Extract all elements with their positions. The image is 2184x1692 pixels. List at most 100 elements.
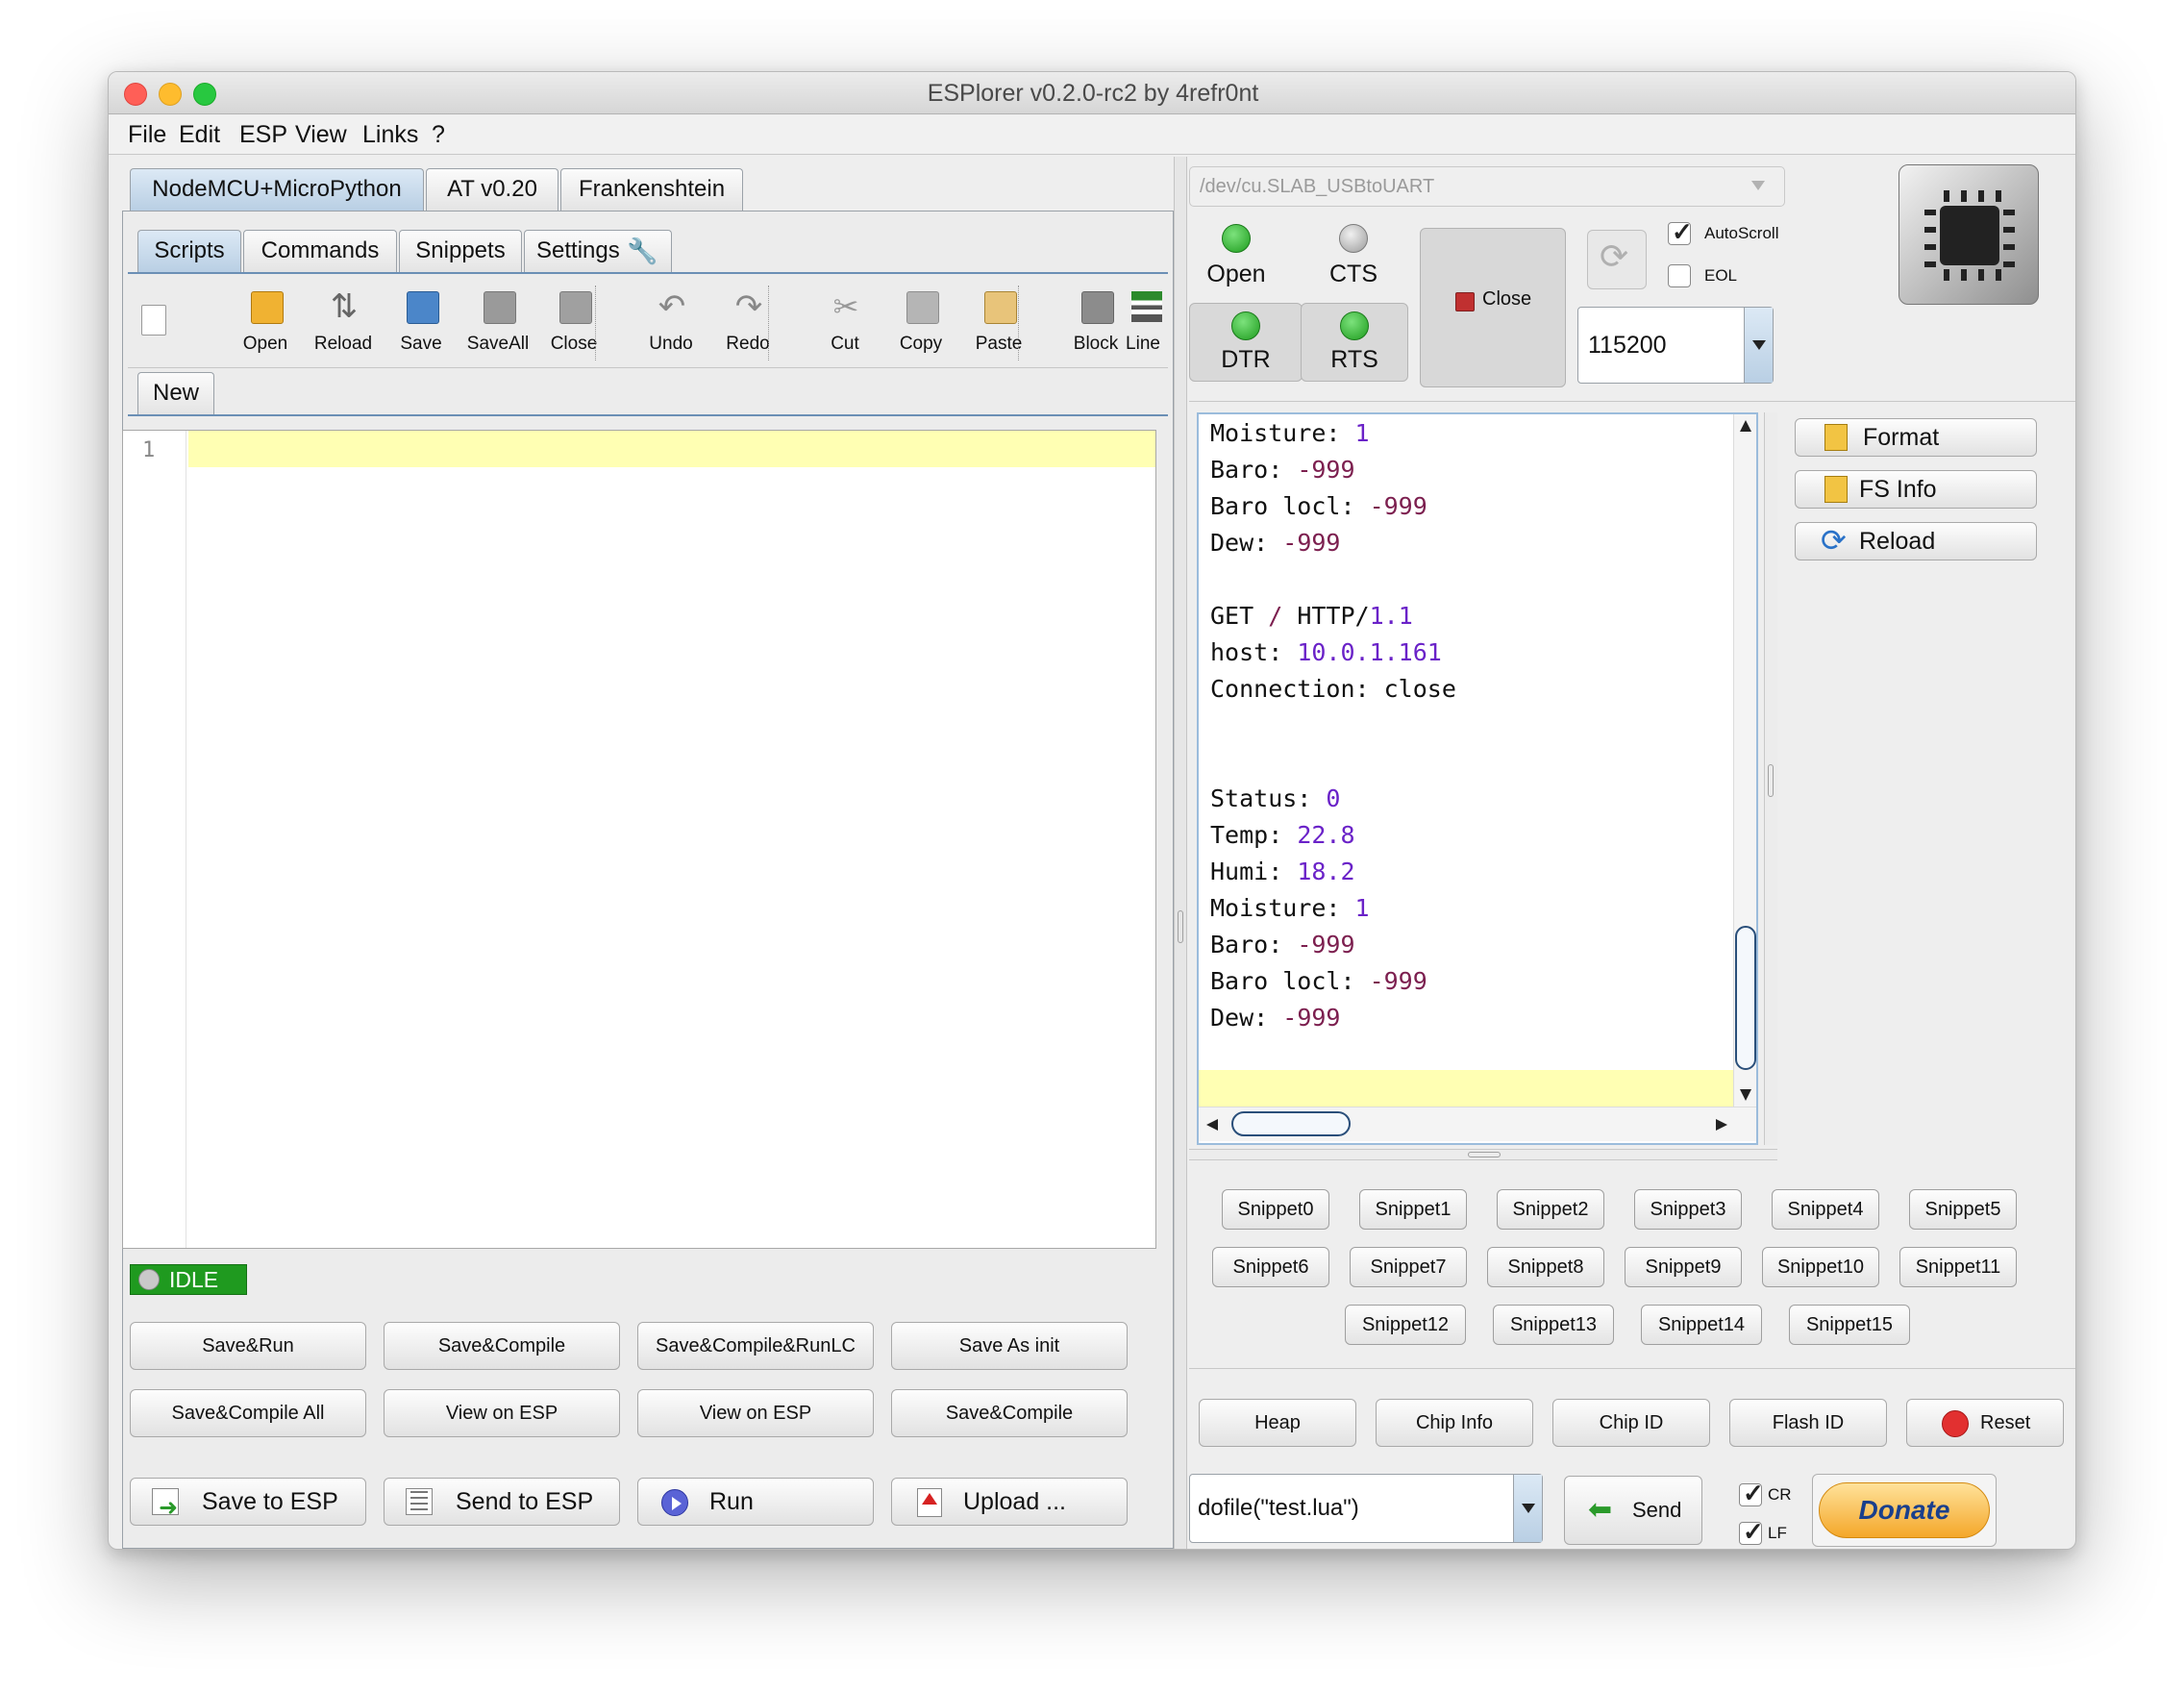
vertical-scrollbar[interactable] (1733, 414, 1756, 1107)
horizontal-scroll-thumb[interactable] (1231, 1111, 1351, 1136)
terminal-line: Moisture: 1 (1210, 894, 1370, 922)
tab-frankenshtein[interactable]: Frankenshtein (560, 168, 743, 211)
toolbar-close[interactable]: Close (540, 286, 608, 362)
menu-esp[interactable]: ESP (239, 115, 287, 155)
snippet-button-15[interactable]: Snippet15 (1789, 1305, 1910, 1345)
toolbar-cut[interactable]: ✂ Cut (811, 286, 879, 362)
toolbar-paste[interactable]: Paste (965, 286, 1032, 362)
view-on-esp-button-2[interactable]: View on ESP (637, 1389, 874, 1437)
splitter-handle[interactable] (1768, 764, 1774, 797)
snippet-button-6[interactable]: Snippet6 (1212, 1247, 1329, 1287)
file-tab-new[interactable]: New (137, 372, 214, 414)
command-combo[interactable] (1189, 1474, 1543, 1543)
snippet-button-1[interactable]: Snippet1 (1359, 1189, 1467, 1230)
scroll-up-icon[interactable] (1740, 420, 1751, 432)
donate-button[interactable]: Donate (1819, 1482, 1990, 1538)
autoscroll-checkbox[interactable]: ✓ (1668, 217, 1693, 246)
send-to-esp-label: Send to ESP (456, 1488, 594, 1515)
upload-button[interactable]: Upload ... (891, 1478, 1128, 1526)
eol-checkbox[interactable] (1668, 264, 1691, 287)
vertical-scroll-thumb[interactable] (1735, 926, 1756, 1070)
code-editor[interactable]: 1 (122, 430, 1156, 1249)
snippet-button-8[interactable]: Snippet8 (1487, 1247, 1604, 1287)
toolbar-line[interactable]: Line (1122, 286, 1172, 362)
snippet-button-2[interactable]: Snippet2 (1497, 1189, 1604, 1230)
flash-id-button[interactable]: Flash ID (1729, 1399, 1887, 1447)
format-button[interactable]: Format (1795, 418, 2037, 457)
new-file-icon[interactable] (141, 305, 166, 336)
reset-button[interactable]: Reset (1906, 1399, 2064, 1447)
toolbar-redo[interactable]: ↷ Redo (714, 286, 782, 362)
horizontal-splitter[interactable] (1189, 1149, 1777, 1160)
snippet-button-10[interactable]: Snippet10 (1762, 1247, 1879, 1287)
menu-view[interactable]: View (295, 115, 347, 155)
close-port-button[interactable]: Close (1420, 228, 1566, 387)
dtr-toggle[interactable]: DTR (1189, 303, 1303, 382)
save-compile-all-button[interactable]: Save&Compile All (130, 1389, 366, 1437)
menu-help[interactable]: ? (432, 115, 445, 155)
send-to-esp-button[interactable]: Send to ESP (384, 1478, 620, 1526)
chip-id-button[interactable]: Chip ID (1552, 1399, 1710, 1447)
toolbar-saveall[interactable]: SaveAll (464, 286, 532, 362)
snippet-button-13[interactable]: Snippet13 (1493, 1305, 1614, 1345)
snippet-button-4[interactable]: Snippet4 (1772, 1189, 1879, 1230)
splitter-handle[interactable] (1468, 1152, 1501, 1157)
scroll-down-icon[interactable] (1740, 1089, 1751, 1101)
save-compile-button-2[interactable]: Save&Compile (891, 1389, 1128, 1437)
tab-settings[interactable]: Settings 🔧 (524, 230, 672, 272)
save-run-button[interactable]: Save&Run (130, 1322, 366, 1370)
horizontal-scrollbar[interactable] (1199, 1107, 1756, 1141)
snippet-button-7[interactable]: Snippet7 (1350, 1247, 1467, 1287)
snippet-button-11[interactable]: Snippet11 (1899, 1247, 2017, 1287)
view-on-esp-button[interactable]: View on ESP (384, 1389, 620, 1437)
save-as-init-button[interactable]: Save As init (891, 1322, 1128, 1370)
terminal-output[interactable]: Moisture: 1 Baro: -999 Baro locl: -999 Dew:… (1197, 412, 1758, 1145)
snippet-button-9[interactable]: Snippet9 (1625, 1247, 1742, 1287)
cr-checkbox[interactable]: ✓ (1739, 1479, 1764, 1507)
baud-select[interactable]: 115200 (1577, 307, 1774, 384)
toolbar-block[interactable]: Block (1062, 286, 1129, 362)
snippet-button-5[interactable]: Snippet5 (1909, 1189, 2017, 1230)
send-command-button[interactable]: ⬅ Send (1564, 1476, 1702, 1545)
fs-info-button[interactable]: FS Info (1795, 470, 2037, 509)
reload-files-button[interactable]: ⟳ Reload (1795, 522, 2037, 560)
splitter-handle[interactable] (1178, 910, 1183, 943)
tab-at[interactable]: AT v0.20 (426, 168, 558, 211)
command-input[interactable] (1190, 1475, 1511, 1542)
reload-icon: ⟳ (1821, 523, 1847, 558)
toolbar-open[interactable]: Open (232, 286, 299, 362)
tab-nodemcu-micropython[interactable]: NodeMCU+MicroPython (130, 168, 424, 211)
vertical-splitter[interactable] (1174, 157, 1187, 1549)
toolbar-reload[interactable]: ⇅ Reload (310, 286, 377, 362)
save-compile-runlc-button[interactable]: Save&Compile&RunLC (637, 1322, 874, 1370)
tab-commands[interactable]: Commands (243, 230, 397, 272)
terminal-splitter[interactable] (1764, 412, 1777, 1145)
snippet-button-0[interactable]: Snippet0 (1222, 1189, 1329, 1230)
command-dropdown-arrow[interactable] (1513, 1475, 1542, 1542)
save-to-esp-button[interactable]: ➜ Save to ESP (130, 1478, 366, 1526)
refresh-ports-button[interactable]: ⟳ (1587, 230, 1647, 289)
toolbar-undo[interactable]: ↶ Undo (637, 286, 705, 362)
tab-scripts[interactable]: Scripts (137, 230, 241, 272)
toolbar-copy[interactable]: Copy (887, 286, 955, 362)
heap-button[interactable]: Heap (1199, 1399, 1356, 1447)
snippet-button-14[interactable]: Snippet14 (1641, 1305, 1762, 1345)
scroll-left-icon[interactable] (1206, 1119, 1218, 1131)
lf-checkbox[interactable]: ✓ (1739, 1517, 1764, 1546)
snippet-button-12[interactable]: Snippet12 (1345, 1305, 1466, 1345)
baud-dropdown-arrow[interactable] (1744, 308, 1773, 383)
chevron-down-icon (1752, 340, 1766, 350)
chip-info-button[interactable]: Chip Info (1376, 1399, 1533, 1447)
menu-links[interactable]: Links (362, 115, 418, 155)
menu-edit[interactable]: Edit (179, 115, 220, 155)
run-button[interactable]: Run (637, 1478, 874, 1526)
rts-toggle[interactable]: RTS (1301, 303, 1408, 382)
menu-file[interactable]: File (128, 115, 166, 155)
port-select[interactable]: /dev/cu.SLAB_USBtoUART (1189, 166, 1785, 207)
tab-snippets[interactable]: Snippets (399, 230, 522, 272)
toolbar-save[interactable]: Save (387, 286, 455, 362)
save-compile-button[interactable]: Save&Compile (384, 1322, 620, 1370)
snippet-button-3[interactable]: Snippet3 (1634, 1189, 1742, 1230)
scroll-right-icon[interactable] (1716, 1119, 1727, 1131)
terminal-line: GET / HTTP/1.1 (1210, 602, 1413, 630)
